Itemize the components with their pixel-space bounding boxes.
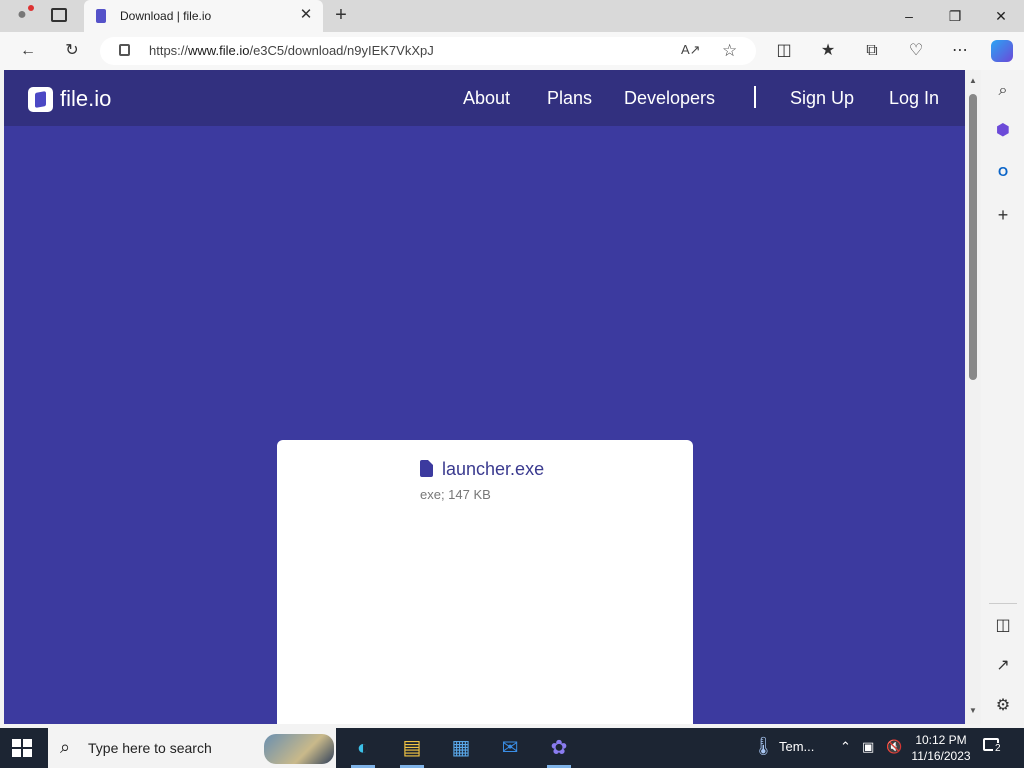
taskbar-store-icon[interactable]: ▦	[437, 728, 485, 768]
scroll-thumb[interactable]	[969, 94, 977, 380]
sidebar-outlook-icon[interactable]: O	[992, 161, 1014, 183]
network-icon[interactable]: ▣	[862, 739, 874, 755]
logo-text[interactable]: file.io	[60, 86, 111, 112]
read-aloud-icon[interactable]: A↗	[681, 42, 701, 58]
clock-date: 11/16/2023	[911, 749, 971, 763]
more-options-icon[interactable]: ⋯	[949, 40, 971, 62]
nav-sign-up-link[interactable]: Sign Up	[790, 88, 854, 109]
favicon-icon	[96, 9, 106, 23]
restore-icon[interactable]: ❐	[932, 0, 978, 32]
start-windows-icon[interactable]	[12, 739, 32, 757]
sidebar-search-icon[interactable]: ⌕	[992, 80, 1014, 102]
sidebar-external-link-icon[interactable]: ↗	[992, 655, 1014, 677]
page-viewport: file.io About Plans Developers Sign Up L…	[4, 70, 965, 724]
copilot-icon[interactable]	[991, 40, 1013, 62]
active-tab[interactable]: Download | file.io ✕	[84, 0, 323, 33]
page-scrollbar[interactable]: ▲ ▼	[965, 70, 981, 724]
close-tab-icon[interactable]: ✕	[297, 6, 315, 24]
search-icon: ⌕	[60, 737, 71, 757]
back-icon[interactable]: ←	[17, 40, 39, 62]
file-io-logo-icon[interactable]	[28, 87, 53, 112]
download-card: launcher.exe exe; 147 KB	[277, 440, 693, 724]
favorites-icon[interactable]: ★	[817, 40, 839, 62]
windows-taskbar: ⌕ Type here to search ◐ ▤ ▦ ✉ ✿ 🌡 Tem...…	[0, 728, 1024, 768]
weather-text[interactable]: Tem...	[779, 739, 814, 754]
address-bar[interactable]: https://www.file.io/e3C5/download/n9yIEK…	[100, 37, 756, 65]
taskbar-mail-icon[interactable]: ✉	[486, 728, 534, 768]
notification-count: 2	[993, 743, 1003, 754]
profile-badge-icon	[28, 5, 34, 11]
sidebar-separator	[989, 603, 1017, 604]
nav-plans-link[interactable]: Plans	[547, 88, 592, 109]
tab-strip: ● Download | file.io ✕ + – ❐ ✕	[0, 0, 1024, 33]
file-icon	[420, 460, 433, 477]
refresh-icon[interactable]: ↻	[61, 40, 83, 62]
split-screen-icon[interactable]: ◫	[773, 40, 795, 62]
collections-icon[interactable]: ⧉	[861, 40, 883, 62]
sidebar-panel-icon[interactable]: ◫	[992, 615, 1014, 637]
favorite-star-icon[interactable]: ☆	[722, 41, 737, 61]
tab-title: Download | file.io	[120, 9, 212, 23]
clock-time: 10:12 PM	[915, 733, 967, 747]
search-highlight-image[interactable]	[264, 734, 334, 764]
sidebar-copilot-icon[interactable]: ⬢	[992, 120, 1014, 142]
scroll-down-icon[interactable]: ▼	[968, 706, 978, 716]
tray-chevron-icon[interactable]: ⌃	[840, 739, 851, 755]
window-close-icon[interactable]: ✕	[978, 0, 1024, 32]
minimize-icon[interactable]: –	[886, 0, 932, 32]
browser-essentials-icon[interactable]: ♡	[905, 40, 927, 62]
new-tab-icon[interactable]: +	[331, 4, 351, 26]
volume-muted-icon[interactable]: 🔇	[886, 739, 902, 755]
search-placeholder: Type here to search	[88, 740, 212, 756]
nav-log-in-link[interactable]: Log In	[889, 88, 939, 109]
url-text[interactable]: https://www.file.io/e3C5/download/n9yIEK…	[149, 43, 434, 58]
lock-icon[interactable]	[119, 44, 130, 56]
taskbar-file-explorer-icon[interactable]: ▤	[388, 728, 436, 768]
notification-center-icon[interactable]: 2	[983, 738, 1005, 758]
nav-developers-link[interactable]: Developers	[624, 88, 715, 109]
file-meta: exe; 147 KB	[420, 487, 491, 502]
site-header: file.io About Plans Developers Sign Up L…	[4, 70, 965, 126]
sidebar-add-icon[interactable]: +	[992, 204, 1014, 226]
file-name: launcher.exe	[442, 459, 545, 479]
taskbar-edge-icon[interactable]: ◐	[339, 728, 387, 768]
taskbar-app-icon[interactable]: ✿	[535, 728, 583, 768]
nav-divider	[754, 86, 756, 108]
weather-icon[interactable]: 🌡	[752, 736, 775, 757]
taskbar-search-box[interactable]: ⌕ Type here to search	[48, 728, 336, 768]
tab-actions-icon[interactable]	[51, 8, 67, 22]
edge-sidebar: ⌕ ⬢ O + ◫ ↗ ⚙	[981, 70, 1024, 724]
nav-about-link[interactable]: About	[463, 88, 510, 109]
system-clock[interactable]: 10:12 PM 11/16/2023	[906, 732, 976, 764]
sidebar-settings-icon[interactable]: ⚙	[992, 695, 1014, 717]
scroll-up-icon[interactable]: ▲	[968, 76, 978, 86]
